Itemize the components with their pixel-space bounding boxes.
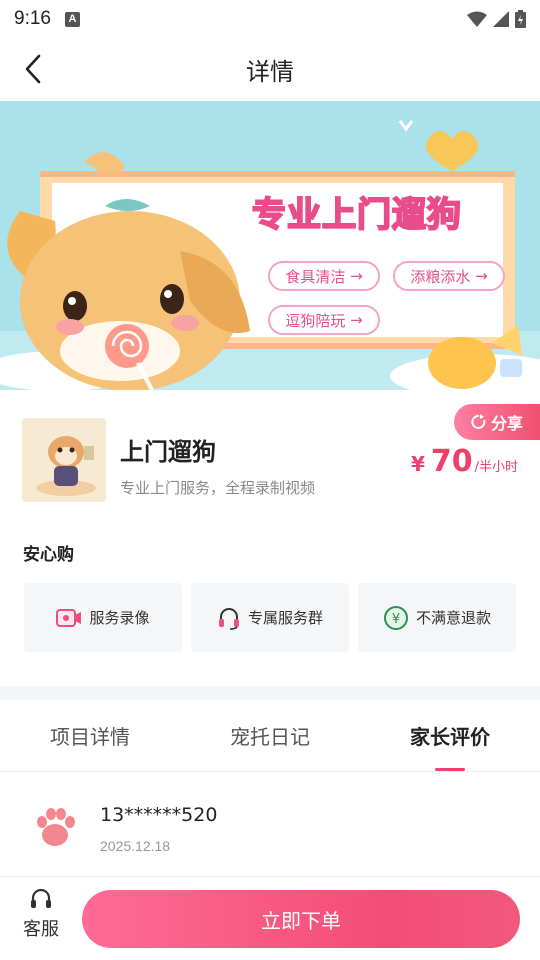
svg-text:¥: ¥ [392, 612, 400, 627]
banner-tag: 食具清洁 → [268, 261, 380, 291]
share-label: 分享 [490, 414, 523, 433]
bottom-bar: 客服 立即下单 [0, 876, 540, 960]
guarantee-label: 不满意退款 [415, 609, 491, 627]
page-title: 详情 [246, 57, 294, 86]
banner: 专业上门遛狗 食具清洁 → 添粮添水 → 逗狗陪玩 → [0, 101, 540, 390]
refund-icon: ¥ [383, 605, 408, 630]
guarantee-list: 服务录像 专属服务群 ¥ 不满意退款 [24, 583, 516, 652]
guarantee-label: 服务录像 [89, 609, 150, 627]
customer-service-button[interactable]: 客服 [16, 887, 66, 941]
tab-bar: 项目详情 宠托日记 家长评价 [0, 700, 540, 772]
status-time: 9:16 [14, 8, 51, 29]
signal-icon [493, 11, 509, 27]
wifi-icon [467, 11, 487, 27]
guarantee-title: 安心购 [23, 545, 74, 565]
product-description: 专业上门服务，全程录制视频 [120, 479, 316, 497]
paw-icon [37, 808, 75, 846]
product-name: 上门遛狗 [120, 438, 216, 466]
guarantee-label: 专属服务群 [247, 609, 323, 627]
battery-icon [515, 10, 526, 28]
guarantee-item-group[interactable]: 专属服务群 [191, 583, 349, 652]
review-date: 2025.12.18 [100, 838, 171, 854]
review-username: 13******520 [100, 804, 218, 826]
banner-illustration [0, 101, 540, 390]
price: ¥ 70 /半小时 [411, 444, 518, 479]
status-icons [467, 10, 526, 28]
tab-project-details[interactable]: 项目详情 [0, 700, 180, 771]
order-now-button[interactable]: 立即下单 [82, 890, 520, 948]
price-value: 70 [430, 444, 473, 479]
price-currency: ¥ [410, 452, 425, 476]
banner-headline: 专业上门遛狗 [251, 194, 462, 236]
tab-parent-reviews[interactable]: 家长评价 [360, 700, 540, 771]
guarantee-item-refund[interactable]: ¥ 不满意退款 [358, 583, 516, 652]
notification-icon: A [64, 11, 80, 27]
headset-icon [218, 607, 239, 630]
section-divider [0, 686, 540, 700]
status-bar: 9:16 A [0, 0, 540, 38]
headset-icon [31, 888, 51, 908]
video-icon [56, 608, 82, 627]
nav-bar: 详情 [0, 38, 540, 100]
banner-tag: 逗狗陪玩 → [268, 305, 380, 335]
product-info: 上门遛狗 专业上门服务，全程录制视频 分享 ¥ 70 /半小时 [0, 390, 540, 530]
share-icon [471, 414, 486, 429]
product-thumbnail [22, 418, 106, 502]
guarantee-item-video[interactable]: 服务录像 [24, 583, 182, 652]
chevron-left-icon [25, 54, 41, 84]
banner-tag: 添粮添水 → [393, 261, 505, 291]
review-item: 13******520 2025.12.18 [0, 773, 540, 873]
share-button[interactable]: 分享 [454, 404, 540, 440]
customer-service-label: 客服 [23, 919, 59, 940]
tab-pet-diary[interactable]: 宠托日记 [180, 700, 360, 771]
back-button[interactable] [14, 50, 52, 88]
price-unit: /半小时 [474, 460, 518, 475]
